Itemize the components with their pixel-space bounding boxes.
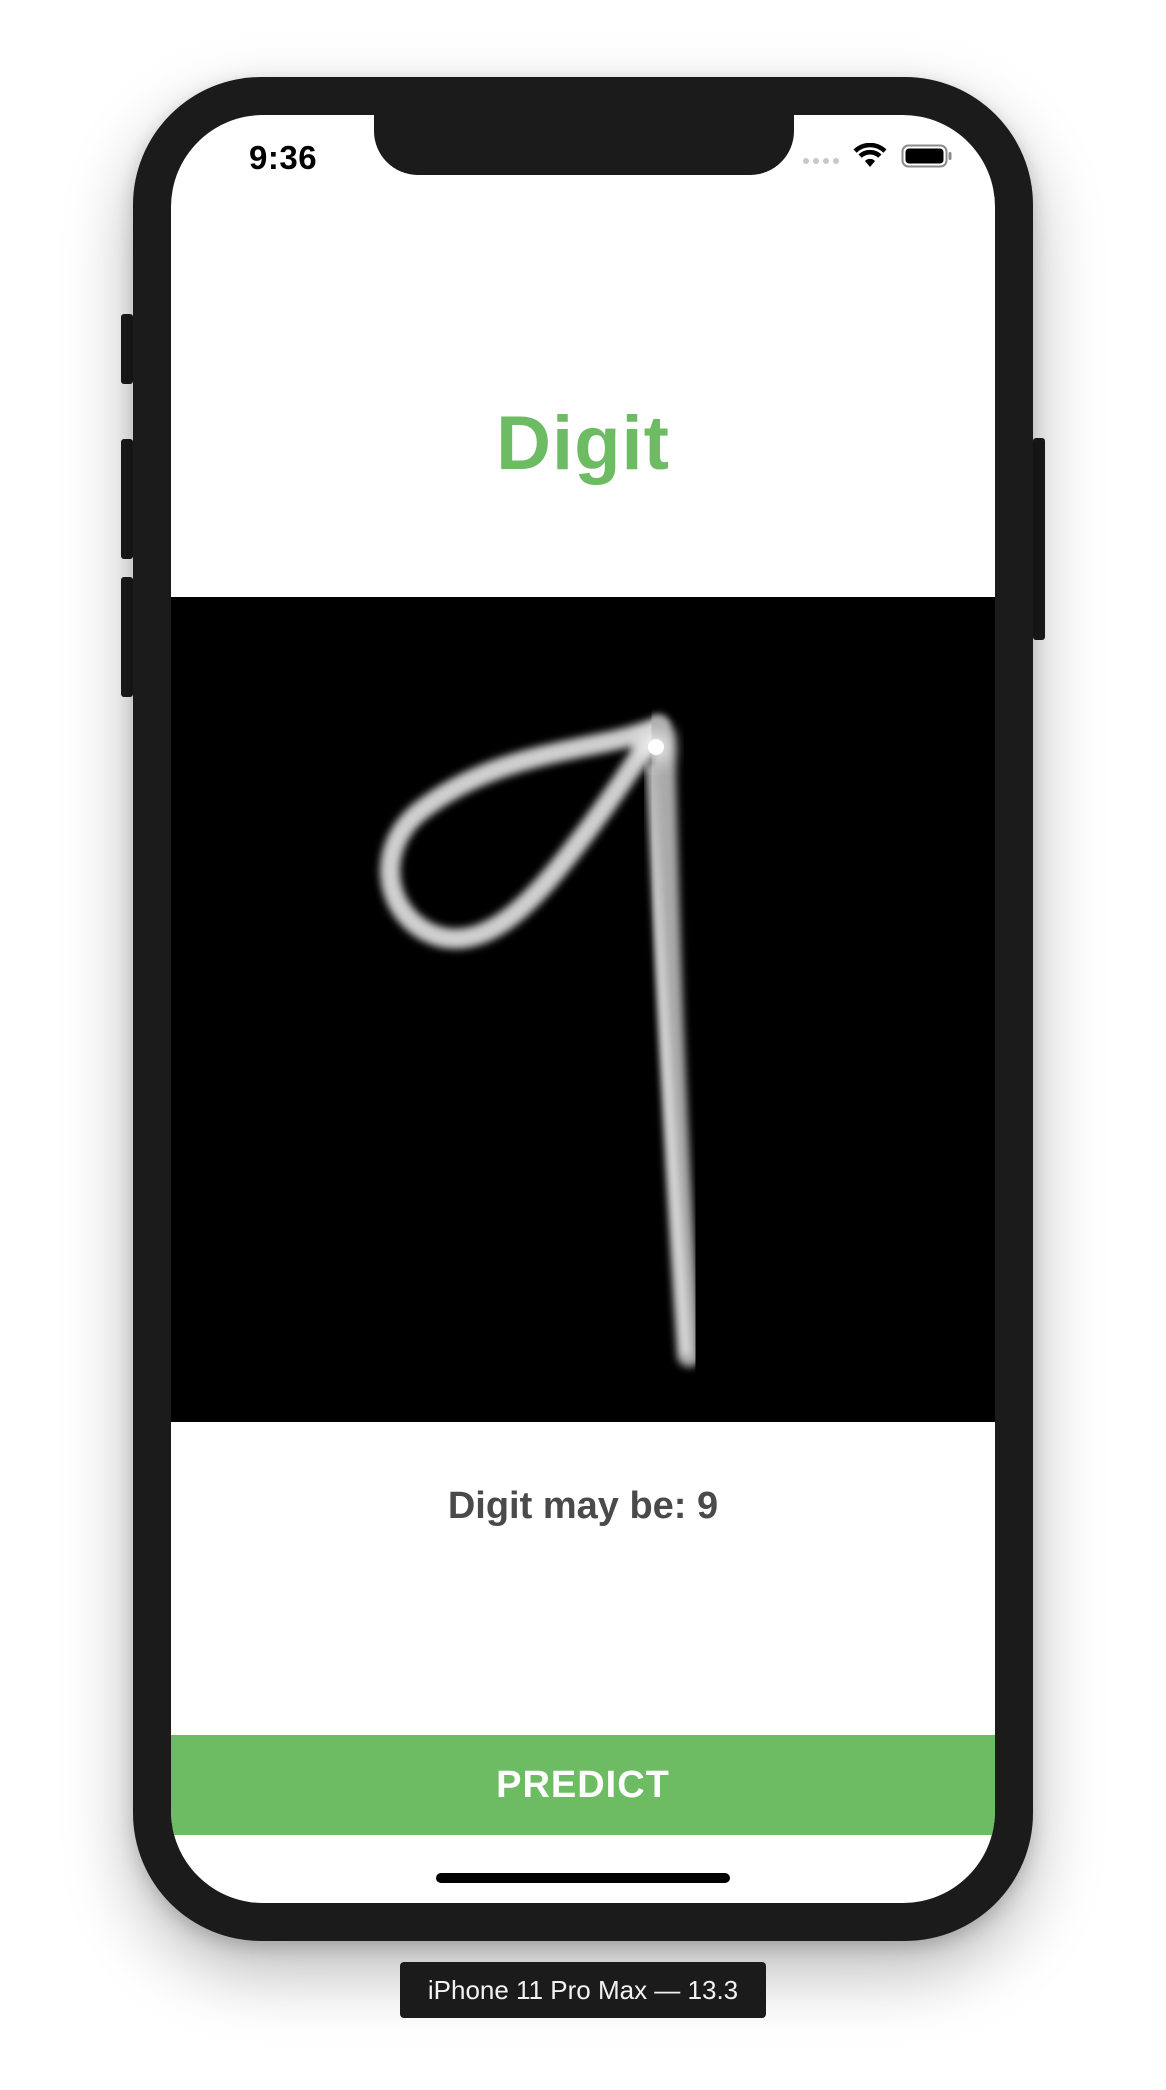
- device-label: iPhone 11 Pro Max — 13.3: [400, 1962, 766, 2018]
- phone-screen: 9:36 Digit Digit may be: 9 PREDICT: [171, 115, 995, 1903]
- signal-dots-icon: [803, 158, 839, 164]
- battery-icon: [901, 144, 952, 168]
- handwritten-digit-drawing: [380, 715, 701, 1367]
- volume-down-button: [121, 577, 133, 697]
- notch: [374, 115, 794, 175]
- app-title: Digit: [496, 401, 670, 486]
- wifi-icon: [853, 143, 887, 167]
- status-icons: [803, 143, 953, 169]
- status-time: 9:36: [249, 139, 318, 176]
- predict-button[interactable]: PREDICT: [171, 1735, 995, 1835]
- home-indicator[interactable]: [436, 1873, 730, 1883]
- prediction-label: Digit may be: 9: [447, 1485, 719, 1527]
- volume-up-button: [121, 439, 133, 559]
- mute-switch: [121, 314, 133, 384]
- power-button: [1033, 438, 1045, 640]
- drawing-canvas[interactable]: [171, 597, 995, 1422]
- simulator-stage: 9:36 Digit Digit may be: 9 PREDICT iPhon…: [0, 0, 1166, 2090]
